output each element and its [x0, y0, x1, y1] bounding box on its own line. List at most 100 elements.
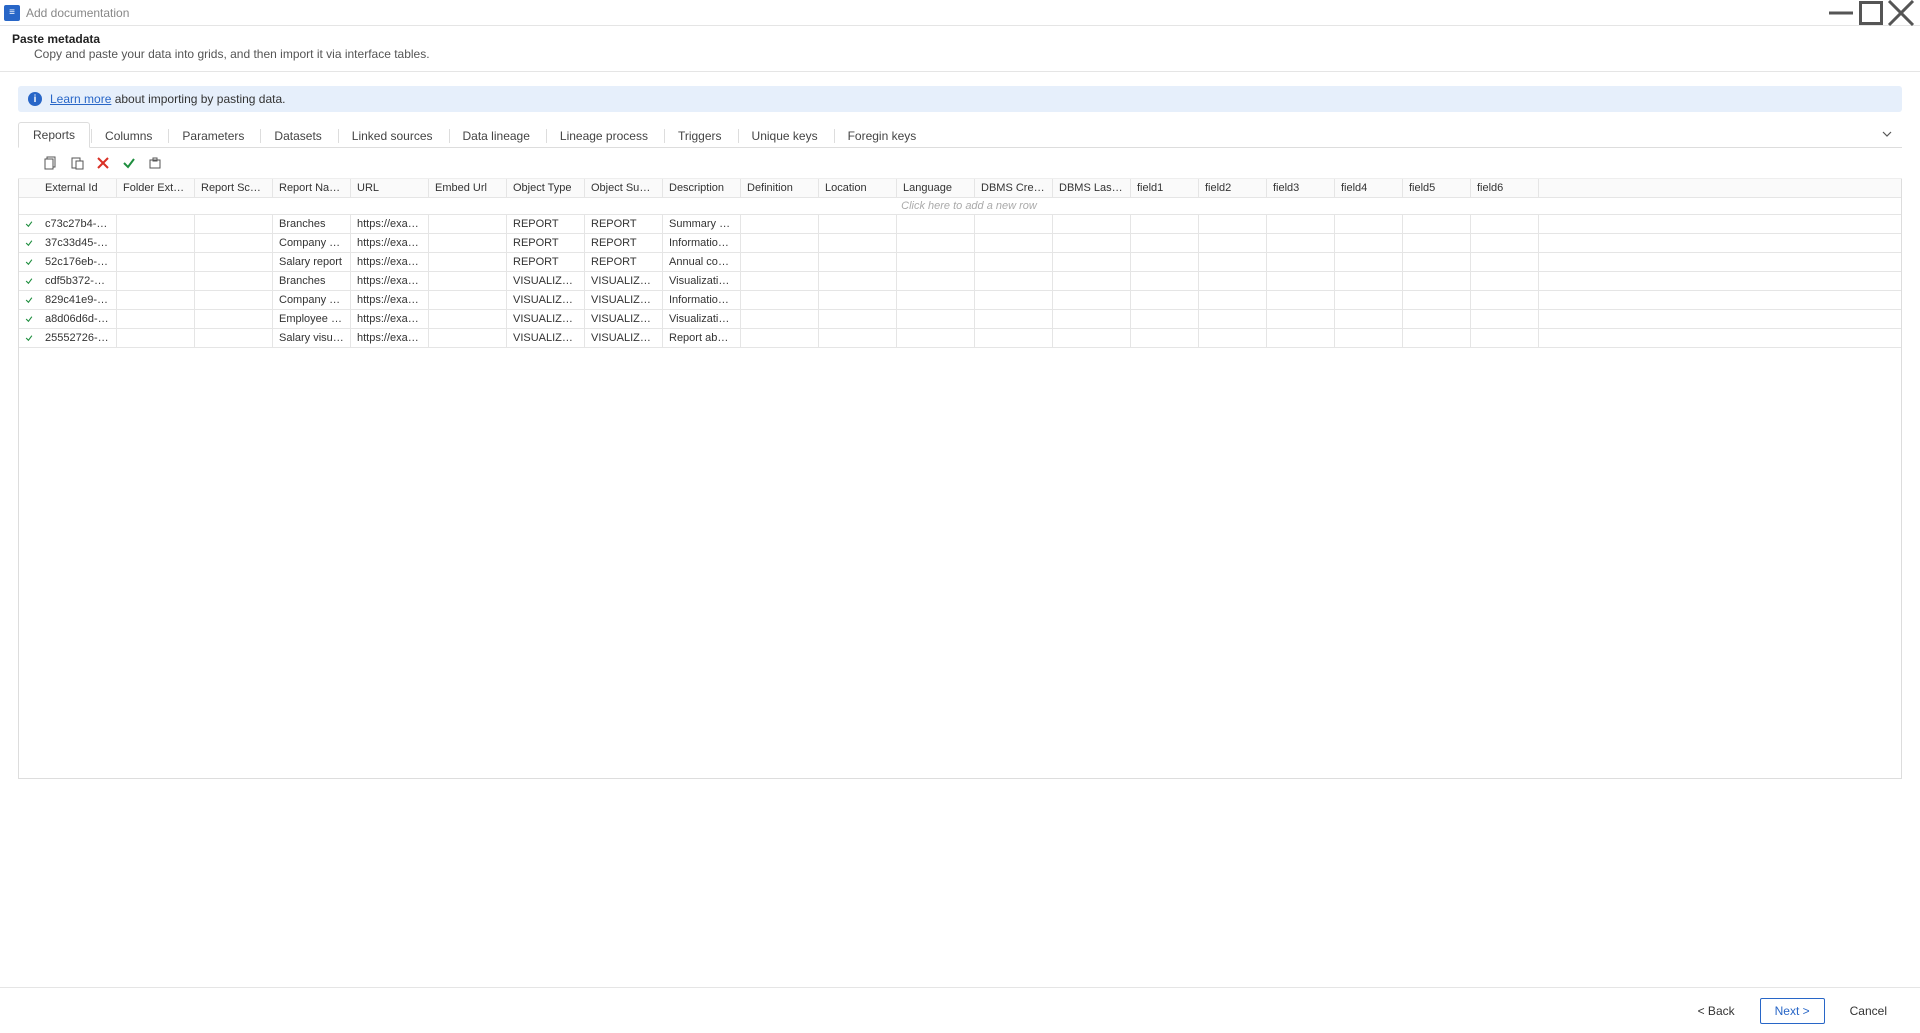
- cell-description[interactable]: Information abo...: [663, 234, 741, 252]
- col-definition[interactable]: Definition: [741, 179, 819, 197]
- cell-field4[interactable]: [1335, 253, 1403, 271]
- cell-report-name[interactable]: Branches: [273, 215, 351, 233]
- col-field1[interactable]: field1: [1131, 179, 1199, 197]
- cell-object-subtype[interactable]: REPORT: [585, 215, 663, 233]
- back-button[interactable]: < Back: [1683, 998, 1750, 1024]
- cell-report-schema[interactable]: [195, 253, 273, 271]
- cell-location[interactable]: [819, 291, 897, 309]
- cell-location[interactable]: [819, 215, 897, 233]
- cell-field4[interactable]: [1335, 272, 1403, 290]
- minimize-button[interactable]: [1826, 0, 1856, 26]
- cell-language[interactable]: [897, 234, 975, 252]
- cell-folder-external-id[interactable]: [117, 291, 195, 309]
- cell-field1[interactable]: [1131, 291, 1199, 309]
- cell-field6[interactable]: [1471, 329, 1539, 347]
- cell-location[interactable]: [819, 253, 897, 271]
- col-language[interactable]: Language: [897, 179, 975, 197]
- cell-definition[interactable]: [741, 291, 819, 309]
- cell-object-type[interactable]: VISUALIZATION: [507, 329, 585, 347]
- col-object-subtype[interactable]: Object Subtype: [585, 179, 663, 197]
- cell-description[interactable]: Annual company...: [663, 253, 741, 271]
- col-report-name[interactable]: Report Name: [273, 179, 351, 197]
- cell-object-type[interactable]: VISUALIZATION: [507, 310, 585, 328]
- cell-field5[interactable]: [1403, 272, 1471, 290]
- cell-field3[interactable]: [1267, 272, 1335, 290]
- cell-field5[interactable]: [1403, 329, 1471, 347]
- cell-field6[interactable]: [1471, 215, 1539, 233]
- tab-foreign-keys[interactable]: Foregin keys: [833, 123, 932, 148]
- tab-datasets[interactable]: Datasets: [259, 123, 336, 148]
- cell-field2[interactable]: [1199, 310, 1267, 328]
- cell-language[interactable]: [897, 329, 975, 347]
- cell-embed-url[interactable]: [429, 215, 507, 233]
- col-field4[interactable]: field4: [1335, 179, 1403, 197]
- cell-object-subtype[interactable]: VISUALIZATION: [585, 272, 663, 290]
- cell-folder-external-id[interactable]: [117, 234, 195, 252]
- cell-field4[interactable]: [1335, 310, 1403, 328]
- cell-url[interactable]: https://example...: [351, 253, 429, 271]
- cell-field2[interactable]: [1199, 272, 1267, 290]
- cell-field1[interactable]: [1131, 253, 1199, 271]
- cell-report-name[interactable]: Company status...: [273, 291, 351, 309]
- cell-external-id[interactable]: 52c176eb-d093-...: [39, 253, 117, 271]
- cell-dbms-created[interactable]: [975, 272, 1053, 290]
- cell-location[interactable]: [819, 329, 897, 347]
- cell-field4[interactable]: [1335, 234, 1403, 252]
- tab-linked-sources[interactable]: Linked sources: [337, 123, 448, 148]
- col-field3[interactable]: field3: [1267, 179, 1335, 197]
- cell-dbms-created[interactable]: [975, 329, 1053, 347]
- cell-language[interactable]: [897, 291, 975, 309]
- cell-definition[interactable]: [741, 310, 819, 328]
- cell-field1[interactable]: [1131, 215, 1199, 233]
- cell-field6[interactable]: [1471, 310, 1539, 328]
- col-embed-url[interactable]: Embed Url: [429, 179, 507, 197]
- close-button[interactable]: [1886, 0, 1916, 26]
- cell-field1[interactable]: [1131, 329, 1199, 347]
- tab-lineage-process[interactable]: Lineage process: [545, 123, 663, 148]
- next-button[interactable]: Next >: [1760, 998, 1825, 1024]
- table-row[interactable]: 52c176eb-d093-... Salary report https://…: [19, 253, 1902, 272]
- cell-definition[interactable]: [741, 215, 819, 233]
- cell-dbms-modified[interactable]: [1053, 234, 1131, 252]
- tab-columns[interactable]: Columns: [90, 123, 167, 148]
- cell-field4[interactable]: [1335, 215, 1403, 233]
- cell-field3[interactable]: [1267, 329, 1335, 347]
- cancel-button[interactable]: Cancel: [1835, 998, 1902, 1024]
- cell-report-schema[interactable]: [195, 310, 273, 328]
- cell-field6[interactable]: [1471, 272, 1539, 290]
- cell-report-name[interactable]: Salary visualization: [273, 329, 351, 347]
- paste-button[interactable]: [68, 154, 86, 172]
- cell-field1[interactable]: [1131, 272, 1199, 290]
- cell-language[interactable]: [897, 272, 975, 290]
- cell-definition[interactable]: [741, 329, 819, 347]
- cell-report-schema[interactable]: [195, 329, 273, 347]
- cell-dbms-created[interactable]: [975, 234, 1053, 252]
- table-row[interactable]: cdf5b372-d7cd-4... Branches https://exam…: [19, 272, 1902, 291]
- cell-folder-external-id[interactable]: [117, 329, 195, 347]
- cell-location[interactable]: [819, 234, 897, 252]
- cell-external-id[interactable]: c73c27b4-140e-...: [39, 215, 117, 233]
- cell-field5[interactable]: [1403, 291, 1471, 309]
- cell-description[interactable]: Visualization of t...: [663, 272, 741, 290]
- cell-field5[interactable]: [1403, 253, 1471, 271]
- cell-external-id[interactable]: cdf5b372-d7cd-4...: [39, 272, 117, 290]
- cell-report-schema[interactable]: [195, 272, 273, 290]
- cell-dbms-created[interactable]: [975, 253, 1053, 271]
- tab-data-lineage[interactable]: Data lineage: [448, 123, 545, 148]
- col-field5[interactable]: field5: [1403, 179, 1471, 197]
- col-folder-external-id[interactable]: Folder External Id: [117, 179, 195, 197]
- col-report-schema[interactable]: Report Schema: [195, 179, 273, 197]
- cell-report-name[interactable]: Company status...: [273, 234, 351, 252]
- export-button[interactable]: [146, 154, 164, 172]
- cell-location[interactable]: [819, 310, 897, 328]
- cell-report-name[interactable]: Branches: [273, 272, 351, 290]
- col-url[interactable]: URL: [351, 179, 429, 197]
- cell-folder-external-id[interactable]: [117, 253, 195, 271]
- cell-field5[interactable]: [1403, 215, 1471, 233]
- cell-external-id[interactable]: 37c33d45-6efb-...: [39, 234, 117, 252]
- cell-folder-external-id[interactable]: [117, 215, 195, 233]
- cell-object-type[interactable]: REPORT: [507, 234, 585, 252]
- cell-url[interactable]: https://example...: [351, 215, 429, 233]
- cell-field4[interactable]: [1335, 329, 1403, 347]
- copy-button[interactable]: [42, 154, 60, 172]
